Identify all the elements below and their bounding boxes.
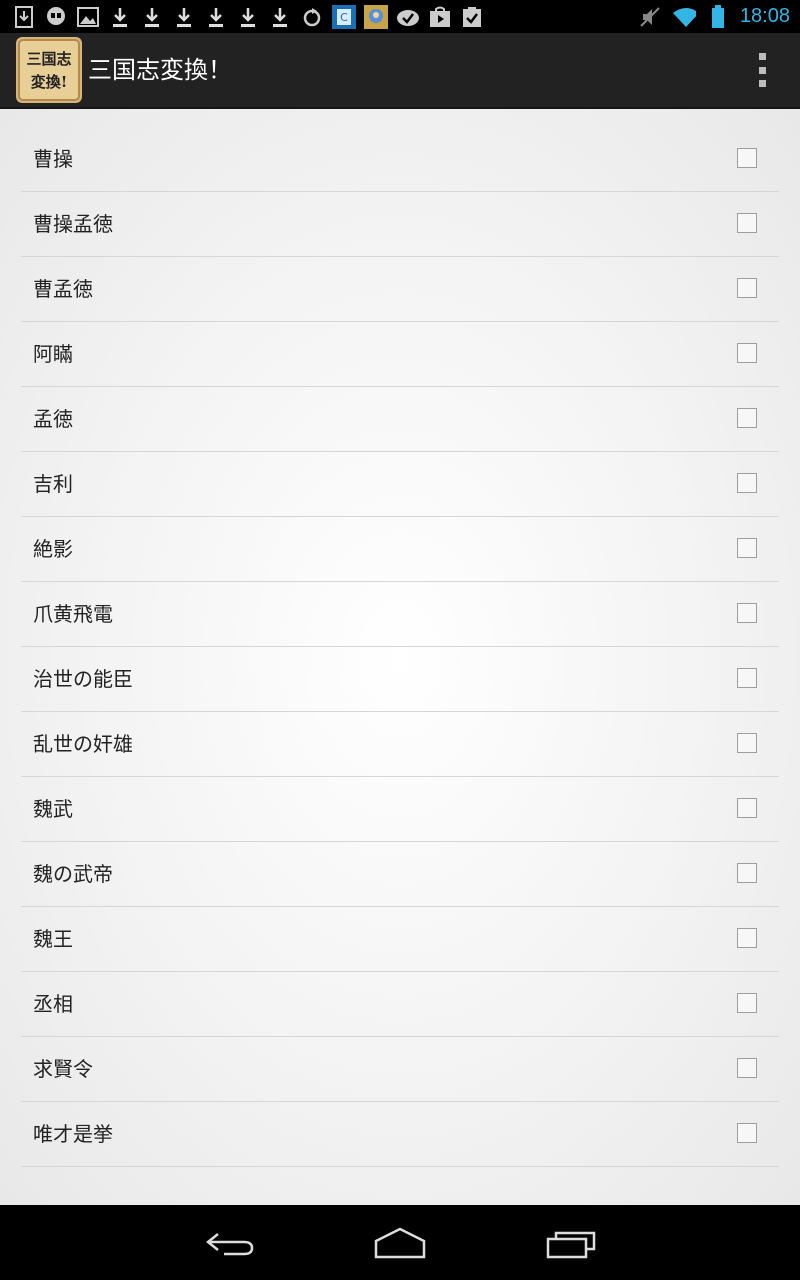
checkbox[interactable] [737, 278, 757, 298]
home-icon[interactable] [370, 1223, 430, 1263]
checkbox[interactable] [737, 213, 757, 233]
game-icon [364, 5, 388, 29]
list-item[interactable]: 唯才是挙 [21, 1102, 779, 1167]
svg-text:変換!: 変換! [31, 73, 68, 91]
list-item-label: 爪黄飛電 [33, 602, 113, 626]
name-list: 曹操曹操孟徳曹孟徳阿瞞孟徳吉利絶影爪黄飛電治世の能臣乱世の奸雄魏武魏の武帝魏王丞… [21, 127, 779, 1167]
list-item-label: 乱世の奸雄 [33, 732, 133, 756]
status-bar: C 18:08 [0, 0, 800, 33]
image-icon [76, 5, 100, 29]
list-item[interactable]: 魏王 [21, 907, 779, 972]
list-item-label: 治世の能臣 [33, 667, 133, 691]
list-item-label: 吉利 [33, 472, 73, 496]
system-status: 18:08 [638, 0, 790, 33]
navigation-bar [0, 1205, 800, 1280]
list-item-label: 曹操孟徳 [33, 212, 113, 236]
list-item[interactable]: 孟徳 [21, 387, 779, 452]
check-cloud-icon [396, 5, 420, 29]
list-item-label: 求賢令 [33, 1057, 93, 1081]
clipboard-check-icon [460, 5, 484, 29]
download-icon [140, 5, 164, 29]
overflow-dot [758, 80, 766, 87]
checkbox[interactable] [737, 408, 757, 428]
app-c-icon: C [332, 5, 356, 29]
overflow-menu-icon[interactable] [750, 53, 774, 87]
list-item[interactable]: 爪黄飛電 [21, 582, 779, 647]
checkbox[interactable] [737, 993, 757, 1013]
list-item-label: 魏の武帝 [33, 862, 113, 886]
list-item[interactable]: 求賢令 [21, 1037, 779, 1102]
checkbox[interactable] [737, 603, 757, 623]
download-icon [236, 5, 260, 29]
list-item-label: 阿瞞 [33, 342, 73, 366]
list-item-label: 絶影 [33, 537, 73, 561]
list-item[interactable]: 魏武 [21, 777, 779, 842]
checkbox[interactable] [737, 1123, 757, 1143]
overflow-dot [758, 53, 766, 60]
list-item[interactable]: 治世の能臣 [21, 647, 779, 712]
list-item[interactable]: 乱世の奸雄 [21, 712, 779, 777]
list-item-label: 唯才是挙 [33, 1122, 113, 1146]
checkbox[interactable] [737, 148, 757, 168]
content-area: 曹操曹操孟徳曹孟徳阿瞞孟徳吉利絶影爪黄飛電治世の能臣乱世の奸雄魏武魏の武帝魏王丞… [0, 109, 800, 1205]
download-icon [268, 5, 292, 29]
list-item-label: 曹操 [33, 147, 73, 171]
checkbox[interactable] [737, 1058, 757, 1078]
list-item-label: 孟徳 [33, 407, 73, 431]
checkbox[interactable] [737, 863, 757, 883]
list-item-label: 曹孟徳 [33, 277, 93, 301]
hangouts-icon [44, 5, 68, 29]
list-item[interactable]: 曹操 [21, 127, 779, 192]
checkbox[interactable] [737, 538, 757, 558]
checkbox[interactable] [737, 473, 757, 493]
mute-icon [638, 5, 662, 29]
list-item-label: 魏王 [33, 927, 73, 951]
checkbox[interactable] [737, 928, 757, 948]
back-icon[interactable] [200, 1223, 260, 1263]
recent-apps-icon[interactable] [542, 1223, 602, 1263]
play-store-icon [428, 5, 452, 29]
download-icon [204, 5, 228, 29]
action-bar: 三国志 変換! 三国志変換！ [0, 33, 800, 109]
list-item[interactable]: 曹孟徳 [21, 257, 779, 322]
refresh-icon [300, 5, 324, 29]
checkbox[interactable] [737, 668, 757, 688]
download-icon [108, 5, 132, 29]
checkbox[interactable] [737, 733, 757, 753]
svg-text:C: C [340, 11, 348, 24]
download-icon [172, 5, 196, 29]
app-title: 三国志変換！ [88, 56, 232, 84]
wifi-icon [672, 5, 696, 29]
notification-icons: C [12, 4, 484, 30]
svg-text:三国志: 三国志 [26, 50, 71, 68]
list-item-label: 丞相 [33, 992, 73, 1016]
download-box-icon [12, 5, 36, 29]
checkbox[interactable] [737, 343, 757, 363]
list-item[interactable]: 魏の武帝 [21, 842, 779, 907]
battery-icon [706, 4, 730, 29]
clock: 18:08 [739, 5, 790, 27]
list-item-label: 魏武 [33, 797, 73, 821]
list-item[interactable]: 吉利 [21, 452, 779, 517]
app-logo[interactable]: 三国志 変換! [16, 37, 82, 103]
list-item[interactable]: 丞相 [21, 972, 779, 1037]
list-item[interactable]: 絶影 [21, 517, 779, 582]
overflow-dot [758, 66, 766, 74]
checkbox[interactable] [737, 798, 757, 818]
list-item[interactable]: 曹操孟徳 [21, 192, 779, 257]
list-item[interactable]: 阿瞞 [21, 322, 779, 387]
